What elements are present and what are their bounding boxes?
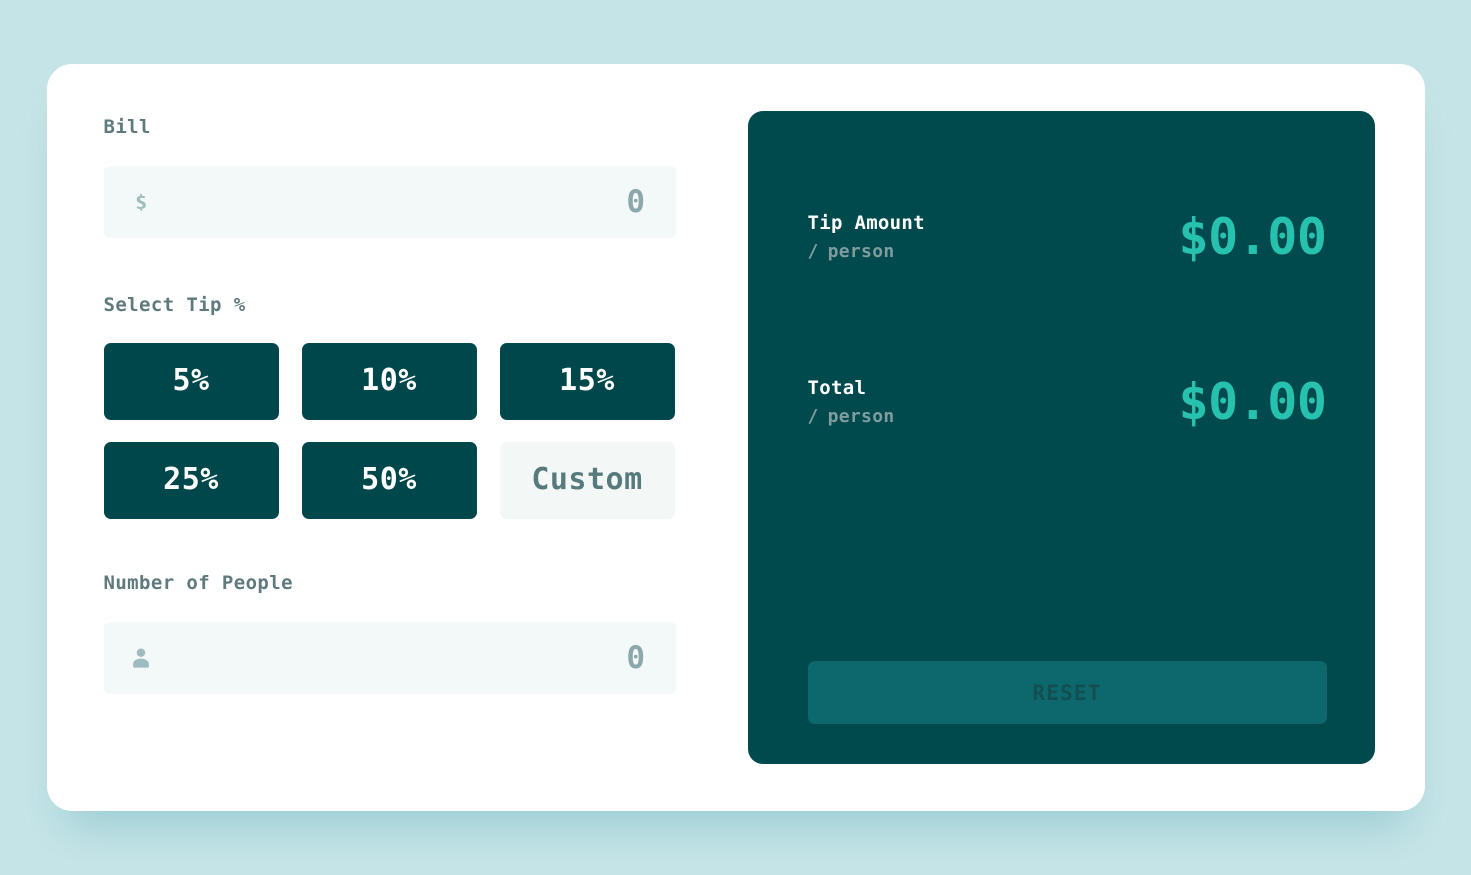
total-unit-text: person bbox=[827, 405, 895, 427]
tip-amount-value: $0.00 bbox=[1178, 208, 1327, 266]
bill-label: Bill bbox=[103, 116, 151, 138]
person-icon bbox=[132, 645, 150, 671]
reset-button[interactable]: RESET bbox=[807, 661, 1327, 724]
slash-separator: / bbox=[807, 240, 819, 262]
total-row: Total / person $0.00 bbox=[807, 373, 1328, 431]
people-value: 0 bbox=[626, 639, 646, 676]
people-section: Number of People 0 bbox=[103, 572, 676, 694]
tip-amount-row: Tip Amount / person $0.00 bbox=[807, 208, 1328, 266]
tip-amount-unit-text: person bbox=[827, 240, 895, 262]
bill-input[interactable]: 0 bbox=[103, 166, 676, 238]
tip-calculator-card: Bill 0 Select Tip % 5% 10% 15% 25% 50% C… bbox=[46, 64, 1425, 811]
tip-options-grid: 5% 10% 15% 25% 50% Custom bbox=[103, 343, 676, 519]
dollar-icon bbox=[132, 189, 150, 215]
tip-button-10[interactable]: 10% bbox=[301, 343, 477, 420]
total-labels: Total / person bbox=[807, 376, 895, 427]
total-title: Total bbox=[807, 376, 867, 399]
total-unit: / person bbox=[807, 405, 895, 427]
tip-section: Select Tip % 5% 10% 15% 25% 50% Custom bbox=[103, 294, 676, 519]
tip-button-15[interactable]: 15% bbox=[499, 343, 675, 420]
input-panel: Bill 0 Select Tip % 5% 10% 15% 25% 50% C… bbox=[103, 111, 676, 764]
bill-section: Bill 0 bbox=[103, 116, 676, 238]
tip-amount-labels: Tip Amount / person bbox=[807, 211, 925, 262]
people-label: Number of People bbox=[103, 572, 293, 594]
people-input[interactable]: 0 bbox=[103, 622, 676, 694]
tip-button-25[interactable]: 25% bbox=[103, 442, 279, 519]
tip-custom-input[interactable]: Custom bbox=[499, 442, 675, 519]
tip-amount-unit: / person bbox=[807, 240, 925, 262]
tip-button-50[interactable]: 50% bbox=[301, 442, 477, 519]
results-panel: Tip Amount / person $0.00 Total / person $… bbox=[747, 111, 1375, 764]
tip-amount-title: Tip Amount bbox=[807, 211, 925, 234]
total-amount-value: $0.00 bbox=[1178, 373, 1327, 431]
tip-label: Select Tip % bbox=[103, 294, 246, 316]
bill-value: 0 bbox=[626, 183, 646, 220]
tip-button-5[interactable]: 5% bbox=[103, 343, 279, 420]
slash-separator: / bbox=[807, 405, 819, 427]
